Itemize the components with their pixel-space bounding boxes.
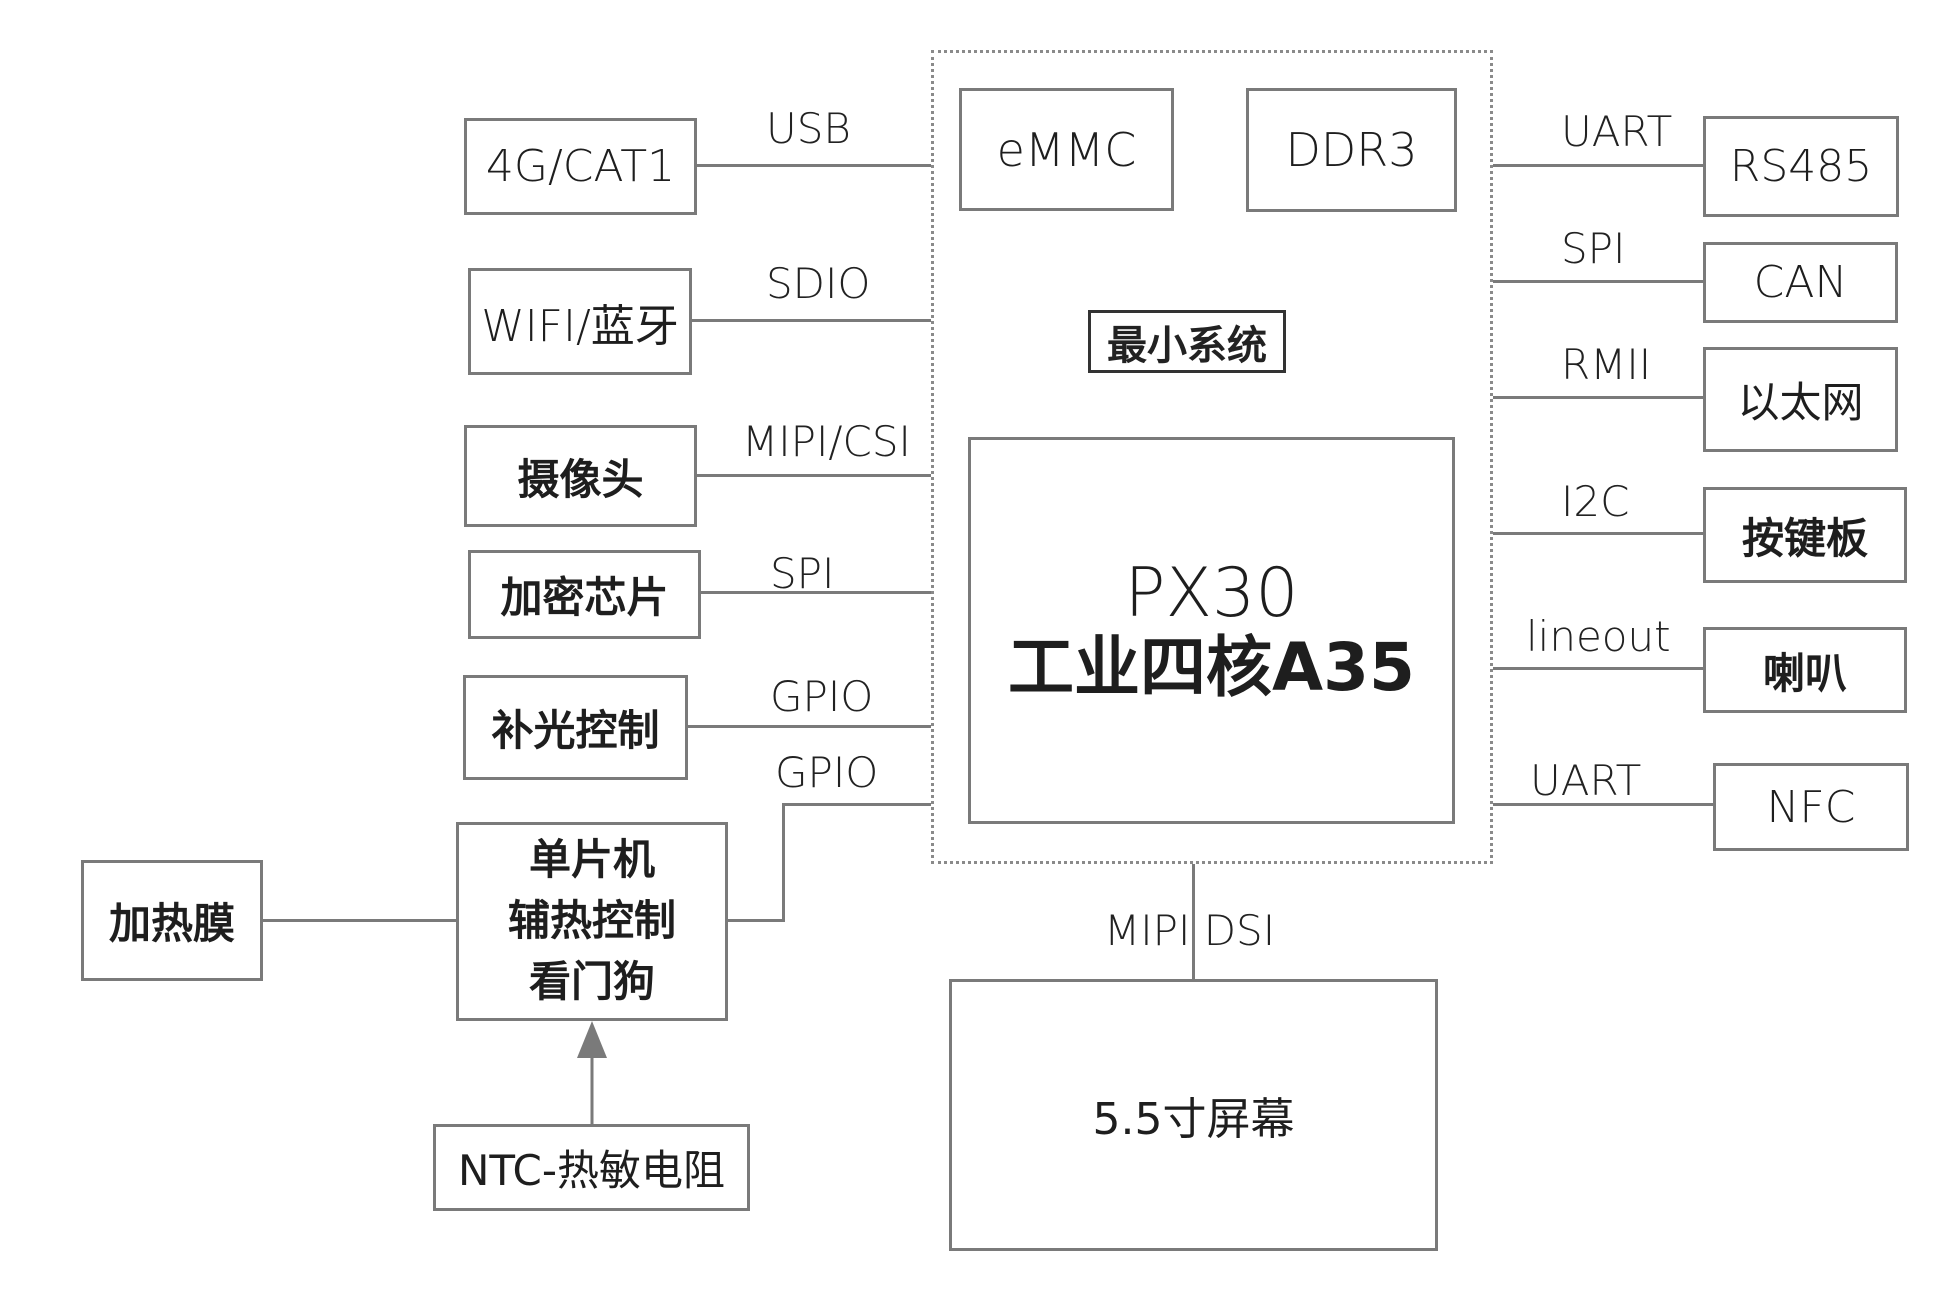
4g-cat1-label: 4G/CAT1 <box>485 141 676 192</box>
speaker-label: 喇叭 <box>1762 648 1847 698</box>
uart-nfc-interface-label: UART <box>1530 756 1642 805</box>
display-label: 5.5寸屏幕 <box>1092 1094 1295 1145</box>
uart-rs485-connector <box>1493 164 1703 167</box>
mipi-dsi-interface-label: MIPI DSI <box>1104 906 1276 955</box>
usb-interface-label: USB <box>766 104 851 153</box>
spi-left-interface-label: SPI <box>770 549 835 598</box>
mcu-gpio-connector-b <box>782 803 785 922</box>
minimum-system-label: 最小系统 <box>1088 310 1286 373</box>
lineout-connector <box>1493 667 1703 670</box>
emmc-block: eMMC <box>959 88 1174 211</box>
rs485-label: RS485 <box>1729 141 1873 192</box>
i2c-connector <box>1493 532 1703 535</box>
speaker-block: 喇叭 <box>1703 627 1907 713</box>
nfc-block: NFC <box>1713 763 1909 851</box>
lineout-interface-label: lineout <box>1526 612 1671 661</box>
heater-connector <box>263 919 456 922</box>
crypto-chip-block: 加密芯片 <box>468 550 701 639</box>
keypad-block: 按键板 <box>1703 487 1907 583</box>
mcu-line-1: 单片机 <box>528 835 655 885</box>
cpu-model: PX30 <box>1124 553 1299 633</box>
keypad-label: 按键板 <box>1741 513 1868 563</box>
spi-can-interface-label: SPI <box>1561 224 1626 273</box>
ddr3-block: DDR3 <box>1246 88 1457 212</box>
can-block: CAN <box>1703 242 1898 323</box>
crypto-chip-label: 加密芯片 <box>500 573 669 622</box>
sdio-interface-label: SDIO <box>766 259 871 308</box>
rs485-block: RS485 <box>1703 116 1899 217</box>
camera-block: 摄像头 <box>464 425 697 527</box>
mcu-block: 单片机 辅热控制 看门狗 <box>456 822 728 1021</box>
ethernet-block: 以太网 <box>1703 347 1898 452</box>
mcu-line-3: 看门狗 <box>528 956 655 1006</box>
minimum-system-text: 最小系统 <box>1107 322 1267 369</box>
gpio-mcu-interface-label: GPIO <box>775 748 879 797</box>
heating-film-label: 加热膜 <box>108 899 235 948</box>
usb-connector <box>697 164 931 167</box>
uart-rs485-interface-label: UART <box>1561 107 1673 156</box>
ntc-thermistor-block: NTC-热敏电阻 <box>433 1124 750 1211</box>
gpio-fill-light-interface-label: GPIO <box>770 672 874 721</box>
cpu-block: PX30 工业四核A35 <box>968 437 1455 824</box>
wifi-bt-label: WIFI/蓝牙 <box>481 300 679 352</box>
camera-label: 摄像头 <box>517 454 644 504</box>
4g-cat1-block: 4G/CAT1 <box>464 118 697 215</box>
rmii-connector <box>1493 396 1703 399</box>
fill-light-block: 补光控制 <box>463 675 688 780</box>
rmii-interface-label: RMII <box>1561 340 1652 389</box>
wifi-bt-block: WIFI/蓝牙 <box>468 268 692 375</box>
mcu-gpio-connector-a <box>728 919 784 922</box>
i2c-interface-label: I2C <box>1561 477 1630 526</box>
spi-can-connector <box>1493 280 1703 283</box>
mcu-gpio-connector-c <box>782 803 931 806</box>
cpu-description: 工业四核A35 <box>1008 628 1415 706</box>
sdio-connector <box>692 319 931 322</box>
heating-film-block: 加热膜 <box>81 860 263 981</box>
fill-light-label: 补光控制 <box>491 706 660 755</box>
emmc-label: eMMC <box>996 122 1137 177</box>
ethernet-label: 以太网 <box>1737 378 1864 427</box>
mipi-csi-interface-label: MIPI/CSI <box>742 417 911 466</box>
nfc-label: NFC <box>1766 781 1856 833</box>
display-block: 5.5寸屏幕 <box>949 979 1438 1251</box>
arrow-up-icon <box>577 1021 607 1058</box>
can-label: CAN <box>1753 257 1848 308</box>
gpio-fill-light-connector <box>688 725 931 728</box>
ddr3-label: DDR3 <box>1285 123 1418 177</box>
mipi-csi-connector <box>697 474 931 477</box>
ntc-thermistor-label: NTC-热敏电阻 <box>457 1146 726 1195</box>
mcu-line-2: 辅热控制 <box>507 896 676 946</box>
